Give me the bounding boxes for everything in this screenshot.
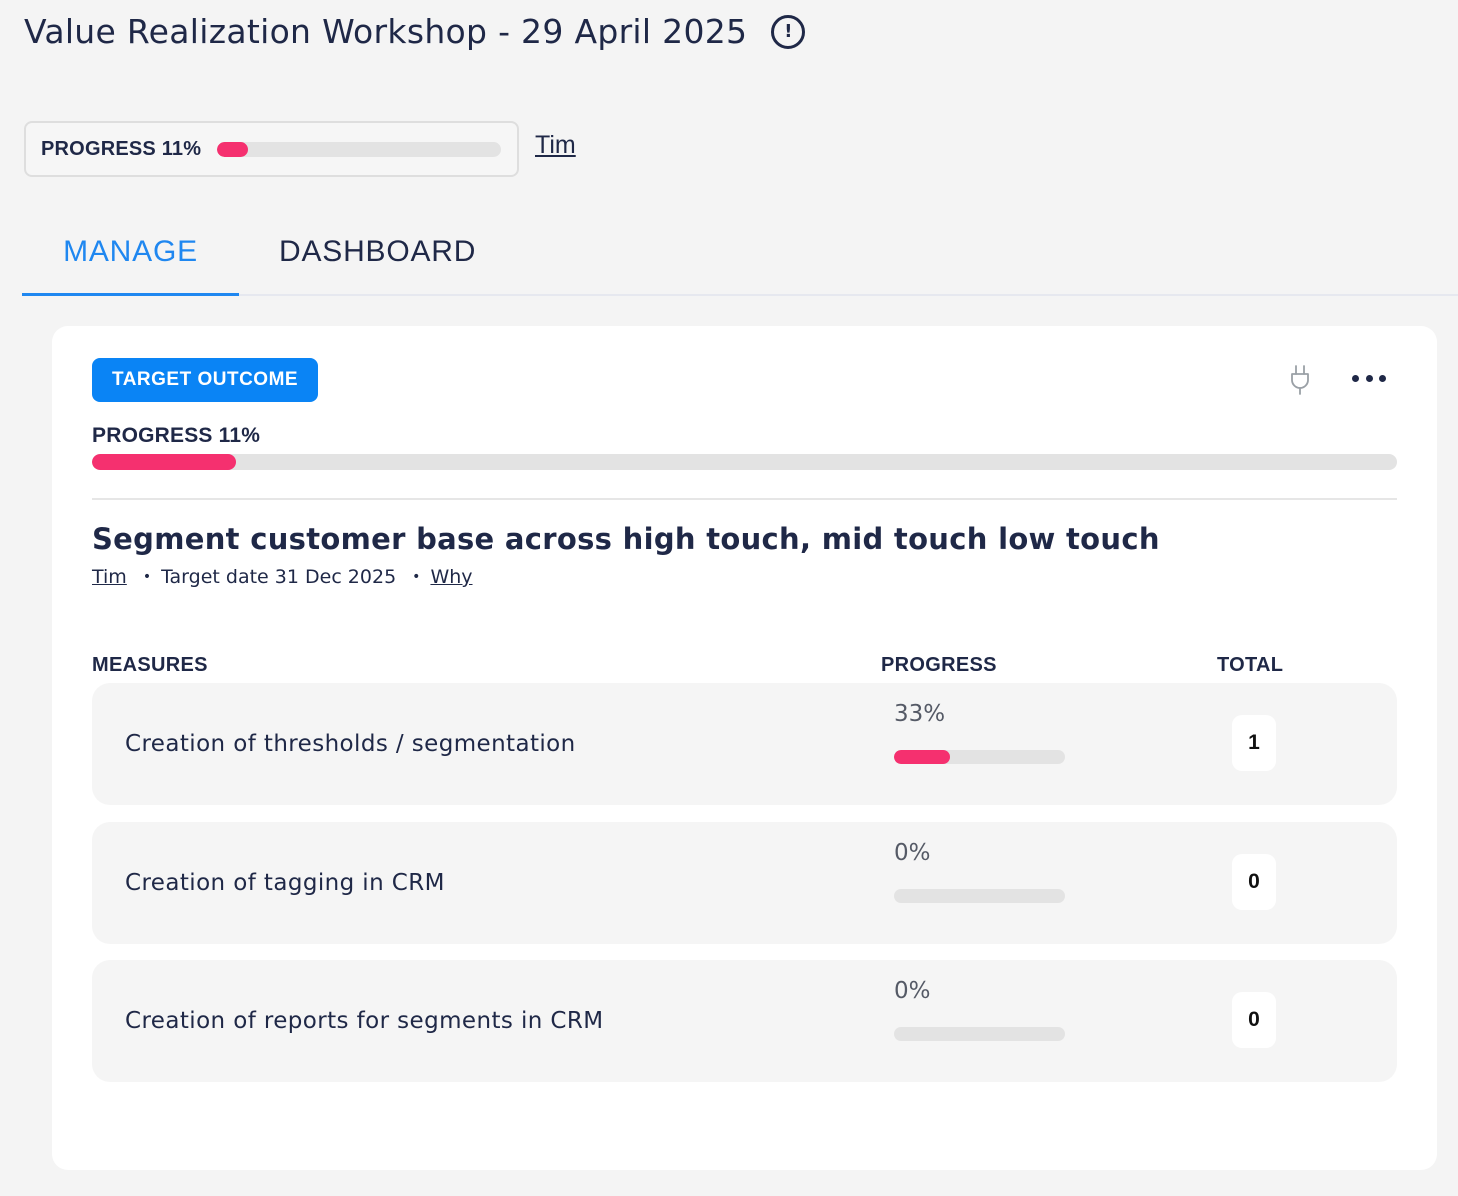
measure-progress-label: 0% (894, 840, 931, 866)
outcome-progress-label: PROGRESS 11% (92, 424, 261, 447)
measure-name: Creation of thresholds / segmentation (125, 731, 576, 757)
page-title: Value Realization Workshop - 29 April 20… (24, 12, 748, 51)
target-outcome-badge: TARGET OUTCOME (92, 358, 319, 402)
overall-progress-label: PROGRESS 11% (41, 137, 202, 160)
owner-link[interactable]: Tim (535, 131, 576, 160)
progress-column-header: PROGRESS (881, 654, 997, 676)
measure-total: 0 (1232, 854, 1276, 910)
measure-progress-bar (894, 889, 1065, 903)
outcome-title: Segment customer base across high touch,… (92, 522, 1160, 556)
outcome-progress-bar (92, 454, 1397, 470)
measure-row[interactable]: Creation of tagging in CRM 0% 0 (92, 822, 1397, 944)
measure-progress-bar (894, 1027, 1065, 1041)
measure-progress-bar (894, 750, 1065, 764)
outcome-meta: Tim • Target date 31 Dec 2025 • Why (92, 566, 473, 588)
divider (92, 498, 1397, 500)
overall-progress-bar (217, 141, 502, 157)
measures-column-header: MEASURES (92, 654, 208, 676)
outcome-owner-link[interactable]: Tim (92, 566, 127, 588)
dot-icon (1365, 374, 1373, 382)
more-options-icon[interactable] (1352, 366, 1386, 390)
overall-progress-fill (217, 141, 249, 157)
measure-total: 1 (1232, 715, 1276, 771)
measure-total: 0 (1232, 992, 1276, 1048)
dot-icon (1352, 374, 1359, 382)
measure-name: Creation of tagging in CRM (125, 870, 445, 896)
measure-progress-label: 33% (894, 701, 946, 727)
target-date: Target date 31 Dec 2025 (161, 566, 397, 588)
plug-icon[interactable] (1288, 364, 1312, 396)
outcome-progress-fill (92, 454, 236, 470)
tab-dashboard[interactable]: DASHBOARD (279, 225, 476, 294)
measure-row[interactable]: Creation of reports for segments in CRM … (92, 960, 1397, 1082)
target-outcome-card: TARGET OUTCOME PROGRESS 11% Segment cust… (52, 326, 1437, 1170)
page-header: Value Realization Workshop - 29 April 20… (24, 12, 806, 51)
measure-name: Creation of reports for segments in CRM (125, 1008, 604, 1034)
separator-dot: • (142, 569, 152, 585)
tab-bar: MANAGE DASHBOARD (22, 225, 1458, 296)
overall-progress: PROGRESS 11% (24, 121, 519, 177)
separator-dot: • (412, 569, 421, 585)
info-icon[interactable]: ! (771, 14, 806, 49)
tab-manage[interactable]: MANAGE (22, 225, 239, 296)
total-column-header: TOTAL (1217, 654, 1284, 676)
measure-progress-label: 0% (894, 978, 931, 1004)
measure-progress-fill (894, 750, 951, 764)
measure-row[interactable]: Creation of thresholds / segmentation 33… (92, 683, 1397, 805)
why-link[interactable]: Why (430, 566, 472, 588)
dot-icon (1379, 374, 1386, 382)
